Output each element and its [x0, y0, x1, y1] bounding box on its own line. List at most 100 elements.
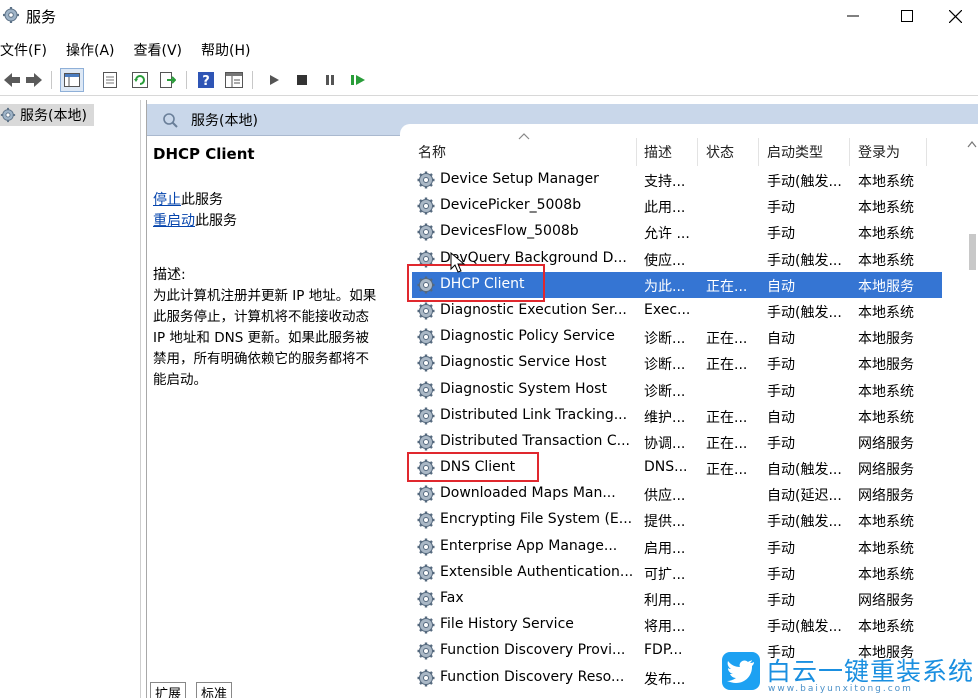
- minimize-button[interactable]: [830, 0, 876, 32]
- service-description: 此用...: [644, 200, 686, 217]
- service-description: 诊断...: [644, 357, 686, 374]
- pause-service-button[interactable]: [318, 68, 342, 92]
- column-divider[interactable]: [636, 138, 637, 166]
- show-hide-tree-button[interactable]: [60, 68, 84, 92]
- column-divider[interactable]: [849, 138, 850, 166]
- service-startup-type: 手动: [767, 566, 795, 583]
- service-gear-icon: [417, 642, 435, 660]
- service-row[interactable]: Enterprise App Manage... 启用... 手动 本地系统: [412, 534, 942, 560]
- service-row[interactable]: DevicePicker_5008b 此用... 手动 本地系统: [412, 193, 942, 219]
- description-label: 描述:: [153, 267, 186, 283]
- service-startup-type: 手动: [767, 593, 795, 609]
- service-status: 正在...: [706, 331, 748, 348]
- service-startup-type: 手动: [767, 357, 795, 374]
- back-button[interactable]: [0, 68, 24, 92]
- stop-service-link[interactable]: 停止: [153, 192, 181, 208]
- menu-help[interactable]: 帮助(H): [201, 36, 250, 62]
- service-name: DevicePicker_5008b: [440, 197, 582, 214]
- annotation-box-dns: [407, 452, 539, 482]
- menu-file[interactable]: 文件(F): [0, 36, 47, 62]
- start-service-button[interactable]: [262, 68, 286, 92]
- forward-button[interactable]: [22, 68, 46, 92]
- service-startup-type: 自动(延迟...: [767, 488, 842, 505]
- column-header-status[interactable]: 状态: [706, 142, 734, 162]
- service-gear-icon: [417, 590, 435, 608]
- menu-bar: 文件(F) 操作(A) 查看(V) 帮助(H): [0, 36, 978, 62]
- service-description: 启用...: [644, 540, 686, 557]
- service-description: 使应...: [644, 252, 686, 269]
- service-row[interactable]: Diagnostic System Host 诊断... 手动 本地系统: [412, 377, 942, 403]
- panel-header-title: 服务(本地): [191, 112, 258, 129]
- menu-action[interactable]: 操作(A): [66, 36, 115, 62]
- column-divider[interactable]: [758, 138, 759, 166]
- column-header-startup-type[interactable]: 启动类型: [767, 142, 823, 162]
- service-startup-type: 自动: [767, 409, 795, 426]
- export-list-button[interactable]: [156, 68, 180, 92]
- svg-text:?: ?: [202, 74, 210, 88]
- maximize-button[interactable]: [884, 0, 930, 32]
- service-name: Encrypting File System (E...: [440, 511, 633, 528]
- service-gear-icon: [417, 407, 435, 425]
- service-status: 正在...: [706, 462, 748, 479]
- restart-service-button[interactable]: [346, 68, 370, 92]
- column-divider[interactable]: [926, 138, 927, 166]
- service-description: FDP...: [644, 642, 683, 659]
- refresh-button[interactable]: [128, 68, 152, 92]
- scrollbar-thumb[interactable]: [969, 234, 976, 270]
- tree-item-label: 服务(本地): [20, 108, 87, 124]
- scroll-up-icon[interactable]: [967, 140, 977, 148]
- service-startup-type: 手动(触发...: [767, 304, 842, 321]
- service-row[interactable]: Diagnostic Service Host 诊断... 正在... 手动 本地服务: [412, 350, 942, 376]
- service-row[interactable]: Extensible Authentication... 可扩... 手动 本地系统: [412, 560, 942, 586]
- service-row[interactable]: Encrypting File System (E... 提供... 手动(触发..…: [412, 507, 942, 533]
- service-startup-type: 手动: [767, 226, 795, 243]
- service-gear-icon: [417, 433, 435, 451]
- service-name: Diagnostic Execution Ser...: [440, 301, 627, 318]
- column-header-logon-as[interactable]: 登录为: [858, 142, 900, 162]
- help-button[interactable]: ?: [194, 68, 218, 92]
- close-button[interactable]: [932, 0, 978, 32]
- service-gear-icon: [417, 381, 435, 398]
- service-row[interactable]: Diagnostic Policy Service 诊断... 正在... 自动 本地服…: [412, 324, 942, 350]
- service-logon-as: 本地服务: [858, 357, 914, 374]
- bird-logo-icon: [722, 652, 760, 690]
- service-name: DevicesFlow_5008b: [440, 223, 579, 240]
- tree-item-services-local[interactable]: 服务(本地): [0, 104, 94, 126]
- window-title: 服务: [26, 8, 57, 26]
- menu-view[interactable]: 查看(V): [134, 36, 183, 62]
- service-logon-as: 网络服务: [858, 462, 914, 479]
- service-gear-icon: [417, 616, 435, 634]
- column-divider[interactable]: [697, 138, 698, 166]
- restart-icon: [351, 75, 365, 85]
- tab-extended[interactable]: 扩展: [150, 682, 187, 698]
- selected-service-name: DHCP Client: [153, 145, 255, 163]
- service-description: 诊断...: [644, 331, 686, 348]
- vertical-scrollbar[interactable]: [966, 134, 978, 698]
- service-gear-icon: [417, 485, 435, 503]
- column-header-name[interactable]: 名称: [418, 142, 446, 162]
- service-row[interactable]: DevicesFlow_5008b 允许 ... 手动 本地系统: [412, 219, 942, 245]
- service-gear-icon: [417, 564, 435, 582]
- service-row[interactable]: Fax 利用... 手动 网络服务: [412, 586, 942, 612]
- column-header-description[interactable]: 描述: [644, 142, 672, 162]
- service-gear-icon: [417, 511, 435, 529]
- service-row[interactable]: Downloaded Maps Man... 供应... 自动(延迟... 网络服务: [412, 481, 942, 507]
- watermark: 白云一键重装系统 www.baiyunxitong.com: [722, 652, 978, 698]
- service-logon-as: 本地系统: [858, 540, 914, 557]
- service-row[interactable]: Device Setup Manager 支持... 手动(触发... 本地系统: [412, 167, 942, 193]
- stop-service-button[interactable]: [290, 68, 314, 92]
- view-button[interactable]: [222, 68, 246, 92]
- help-icon: ?: [198, 72, 214, 88]
- stop-icon: [297, 75, 307, 85]
- service-logon-as: 本地系统: [858, 566, 914, 583]
- service-row[interactable]: File History Service 将用... 手动(触发... 本地系统: [412, 612, 942, 638]
- restart-service-link[interactable]: 重启动: [153, 213, 195, 229]
- service-startup-type: 手动(触发...: [767, 619, 842, 636]
- tab-standard[interactable]: 标准: [196, 682, 233, 698]
- properties-button[interactable]: [98, 68, 122, 92]
- toolbar: ?: [0, 64, 978, 96]
- service-row[interactable]: Distributed Link Tracking... 维护... 正在... 自动…: [412, 403, 942, 429]
- service-name: Device Setup Manager: [440, 171, 599, 187]
- service-status: 正在...: [706, 409, 748, 426]
- service-name: Enterprise App Manage...: [440, 537, 618, 554]
